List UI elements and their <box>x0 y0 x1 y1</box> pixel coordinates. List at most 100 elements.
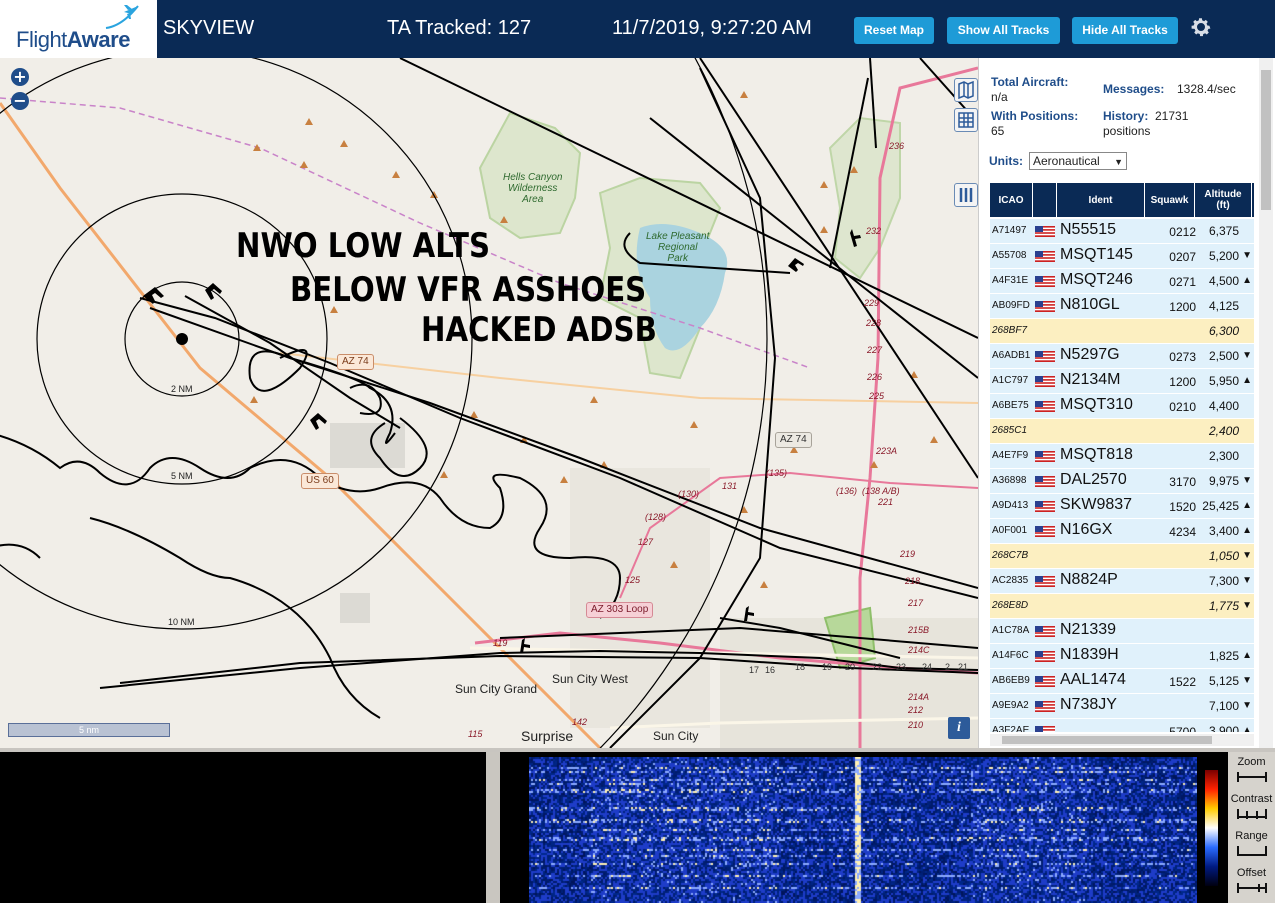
altitude-cell: 1,825 <box>1208 649 1239 663</box>
table-row[interactable]: A6BE75 MSQT310 0210 4,400 <box>990 394 1254 418</box>
park-label-line: Regional <box>657 242 698 253</box>
road-number: 215B <box>908 625 930 635</box>
table-row[interactable]: A0F001 N16GX 4234 3,400 ▲ <box>990 519 1254 543</box>
col-icao[interactable]: ICAO <box>990 183 1033 217</box>
columns-toggle-button[interactable] <box>954 183 978 207</box>
altitude-trend-icon: ▼ <box>1242 700 1252 711</box>
grid-toggle-button[interactable] <box>954 108 978 132</box>
scrollbar-thumb[interactable] <box>1002 736 1212 744</box>
ident-cell: N16GX <box>1060 521 1113 538</box>
road-number: 19 <box>822 662 833 672</box>
history-value: 21731 <box>1155 109 1189 123</box>
squawk-cell: 0207 <box>1169 250 1196 264</box>
us-flag-icon <box>1035 226 1055 237</box>
units-select[interactable]: Aeronautical <box>1029 152 1127 170</box>
park-label-line: Wilderness <box>508 183 558 194</box>
icao-cell: A3F2AE <box>992 725 1030 732</box>
map-scale-bar: 5 nm <box>8 723 170 737</box>
altitude-cell: 2,500 <box>1208 349 1239 363</box>
road-number: 218 <box>905 576 921 586</box>
table-row[interactable]: A55708 MSQT145 0207 5,200 ▼ <box>990 244 1254 268</box>
icao-cell: A9D413 <box>992 500 1029 511</box>
us60-shield: US 60 <box>301 473 339 489</box>
table-row[interactable]: A9E9A2 N738JY 7,100 ▼ <box>990 694 1254 718</box>
table-row[interactable]: 268E8D 1,775 ▼ <box>990 594 1254 618</box>
altitude-cell: 4,500 <box>1208 274 1239 288</box>
ident-cell: MSQT145 <box>1060 246 1133 263</box>
squawk-cell: 0212 <box>1169 225 1196 239</box>
map-canvas[interactable]: NWO LOW ALTS BELOW VFR ASSHOES HACKED AD… <box>0 58 978 748</box>
table-row[interactable]: A1C797 N2134M 1200 5,950 ▲ <box>990 369 1254 393</box>
table-row[interactable]: A3F2AE 5700 3,900 ▲ <box>990 719 1254 732</box>
altitude-cell: 5,125 <box>1208 674 1239 688</box>
ident-cell: DAL2570 <box>1060 471 1127 488</box>
table-row[interactable]: A36898 DAL2570 3170 9,975 ▼ <box>990 469 1254 493</box>
reset-map-button[interactable]: Reset Map <box>854 17 934 44</box>
history-label: History: <box>1103 109 1149 123</box>
us-flag-icon <box>1035 526 1055 537</box>
road-number: 217 <box>908 598 924 608</box>
show-all-tracks-button[interactable]: Show All Tracks <box>947 17 1060 44</box>
table-row[interactable]: 268C7B 1,050 ▼ <box>990 544 1254 568</box>
table-row[interactable]: A14F6C N1839H 1,825 ▲ <box>990 644 1254 668</box>
table-row[interactable]: A4F31E MSQT246 0271 4,500 ▲ <box>990 269 1254 293</box>
total-aircraft-value: n/a <box>991 90 1008 104</box>
range-slider[interactable] <box>1237 846 1267 856</box>
us-flag-icon <box>1035 701 1055 712</box>
contrast-slider[interactable] <box>1237 809 1267 819</box>
road-number: (130) <box>678 489 700 499</box>
app-title: SKYVIEW <box>163 17 255 39</box>
gear-icon[interactable] <box>1189 15 1213 39</box>
flightaware-logo[interactable]: FlightAware <box>0 0 157 58</box>
icao-cell: AC2835 <box>992 575 1029 586</box>
zoom-in-button[interactable]: + <box>11 68 29 86</box>
squawk-cell: 1200 <box>1169 300 1196 314</box>
table-row[interactable]: AC2835 N8824P 7,300 ▼ <box>990 569 1254 593</box>
road-number: 20 <box>845 662 856 672</box>
altitude-cell: 5,950 <box>1208 374 1239 388</box>
hide-all-tracks-button[interactable]: Hide All Tracks <box>1072 17 1178 44</box>
col-ident[interactable]: Ident <box>1057 183 1145 217</box>
table-row[interactable]: A71497 N55515 0212 6,375 <box>990 219 1254 243</box>
squawk-cell: 1200 <box>1169 375 1196 389</box>
road-number: (135) <box>766 468 788 478</box>
table-row[interactable]: A9D413 SKW9837 1520 25,425 ▲ <box>990 494 1254 518</box>
us-flag-icon <box>1035 451 1055 462</box>
altitude-cell: 7,300 <box>1208 574 1239 588</box>
ring-label-2nm: 2 NM <box>171 384 193 394</box>
ident-cell: MSQT246 <box>1060 271 1133 288</box>
panel-divider[interactable] <box>486 752 500 903</box>
col-squawk[interactable]: Squawk <box>1145 183 1195 217</box>
table-row[interactable]: 268BF7 6,300 <box>990 319 1254 343</box>
table-row[interactable]: A1C78A N21339 <box>990 619 1254 643</box>
table-row[interactable]: A6ADB1 N5297G 0273 2,500 ▼ <box>990 344 1254 368</box>
col-flag[interactable] <box>1033 183 1057 217</box>
offset-slider[interactable] <box>1237 883 1267 893</box>
table-header: ICAO Ident Squawk Altitude (ft) <box>990 183 1254 217</box>
current-datetime: 11/7/2019, 9:27:20 AM <box>612 17 812 39</box>
col-altitude[interactable]: Altitude (ft) <box>1195 183 1252 217</box>
road-number: 210 <box>908 720 924 730</box>
squawk-cell: 0271 <box>1169 275 1196 289</box>
info-button[interactable]: i <box>948 717 970 739</box>
icao-cell: A36898 <box>992 475 1027 486</box>
altitude-cell: 1,775 <box>1208 599 1239 613</box>
map-layer-button[interactable] <box>954 78 978 102</box>
table-row[interactable]: AB6EB9 AAL1474 1522 5,125 ▼ <box>990 669 1254 693</box>
zoom-slider[interactable] <box>1237 772 1267 782</box>
color-scale-bar <box>1205 770 1218 886</box>
altitude-trend-icon: ▼ <box>1242 575 1252 586</box>
road-number: 119 <box>493 638 508 648</box>
table-row[interactable]: A4E7F9 MSQT818 2,300 <box>990 444 1254 468</box>
vertical-scrollbar[interactable] <box>1259 58 1273 748</box>
altitude-trend-icon: ▼ <box>1242 675 1252 686</box>
icao-cell: A9E9A2 <box>992 700 1029 711</box>
road-number: 225 <box>869 391 885 401</box>
park-label-line: Lake Pleasant <box>646 231 710 242</box>
us-flag-icon <box>1035 476 1055 487</box>
table-row[interactable]: AB09FD N810GL 1200 4,125 <box>990 294 1254 318</box>
horizontal-scrollbar[interactable] <box>990 734 1254 746</box>
table-row[interactable]: 2685C1 2,400 <box>990 419 1254 443</box>
zoom-out-button[interactable]: − <box>11 92 29 110</box>
scrollbar-thumb[interactable] <box>1261 70 1271 210</box>
